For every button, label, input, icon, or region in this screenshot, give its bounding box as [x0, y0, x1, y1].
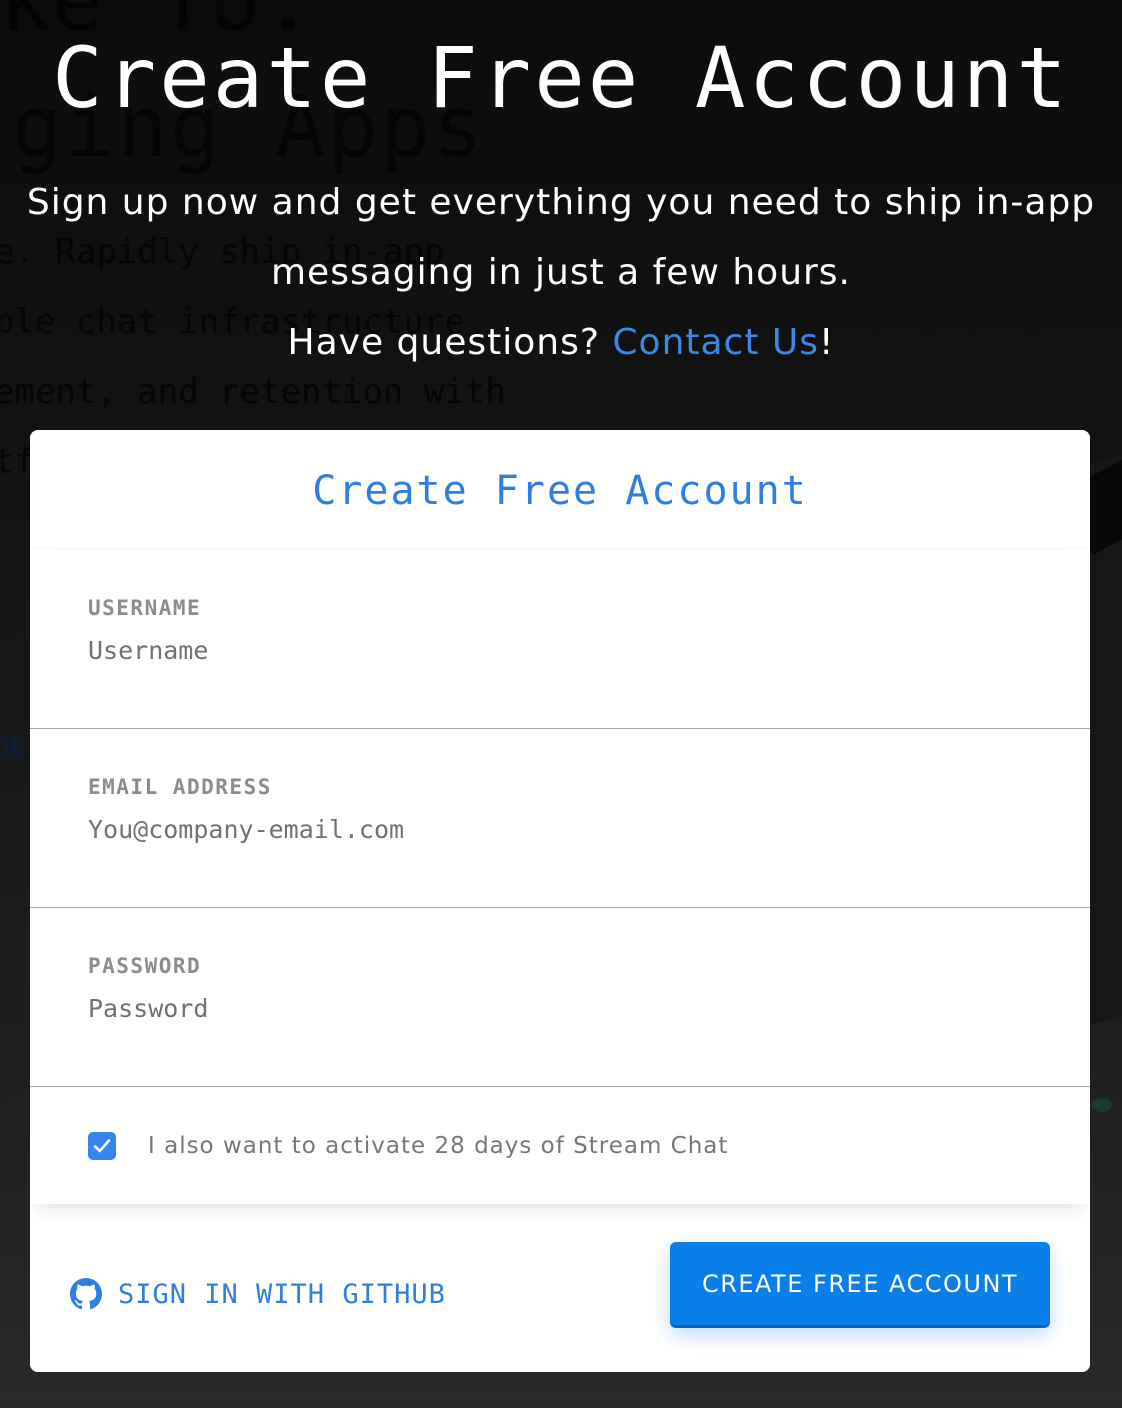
background-link-fragment: DE — [0, 734, 26, 764]
hero-question-suffix: ! — [819, 322, 835, 363]
username-label: USERNAME — [88, 596, 202, 620]
trial-option: I also want to activate 28 days of Strea… — [30, 1087, 1090, 1204]
signup-form-title: Create Free Account — [312, 468, 808, 514]
checkmark-icon — [93, 1138, 111, 1152]
trial-checkbox[interactable] — [88, 1131, 116, 1160]
username-field: USERNAME — [30, 550, 1090, 729]
hero-subtitle: Sign up now and get everything you need … — [26, 182, 1096, 293]
hero-question: Have questions? Contact Us! — [20, 308, 1102, 378]
signup-modal-footer: SIGN IN WITH GITHUB CREATE FREE ACCOUNT — [30, 1208, 1090, 1372]
github-icon — [70, 1278, 102, 1310]
signup-modal: Create Free Account USERNAME EMAIL ADDRE… — [30, 430, 1090, 1372]
create-account-button[interactable]: CREATE FREE ACCOUNT — [670, 1242, 1050, 1328]
background-avatar — [1092, 1098, 1112, 1112]
username-input[interactable] — [88, 636, 988, 665]
signup-modal-header: Create Free Account — [30, 430, 1090, 550]
password-field: PASSWORD — [30, 908, 1090, 1087]
hero-question-text: Have questions? — [287, 322, 613, 363]
hero-title: Create Free Account — [52, 29, 1070, 127]
github-signin-label: SIGN IN WITH GITHUB — [118, 1278, 446, 1310]
hero-subtitle-block: Sign up now and get everything you need … — [20, 168, 1102, 378]
github-signin-link[interactable]: SIGN IN WITH GITHUB — [70, 1278, 446, 1310]
email-field: EMAIL ADDRESS — [30, 729, 1090, 908]
password-input[interactable] — [88, 994, 988, 1023]
signup-form: USERNAME EMAIL ADDRESS PASSWORD I also w… — [30, 550, 1090, 1204]
password-label: PASSWORD — [88, 954, 202, 978]
trial-checkbox-label: I also want to activate 28 days of Strea… — [148, 1132, 729, 1159]
email-input[interactable] — [88, 815, 988, 844]
background-body-line: ement, and retention with — [0, 372, 506, 412]
contact-us-link[interactable]: Contact Us — [612, 322, 819, 363]
email-label: EMAIL ADDRESS — [88, 775, 272, 799]
